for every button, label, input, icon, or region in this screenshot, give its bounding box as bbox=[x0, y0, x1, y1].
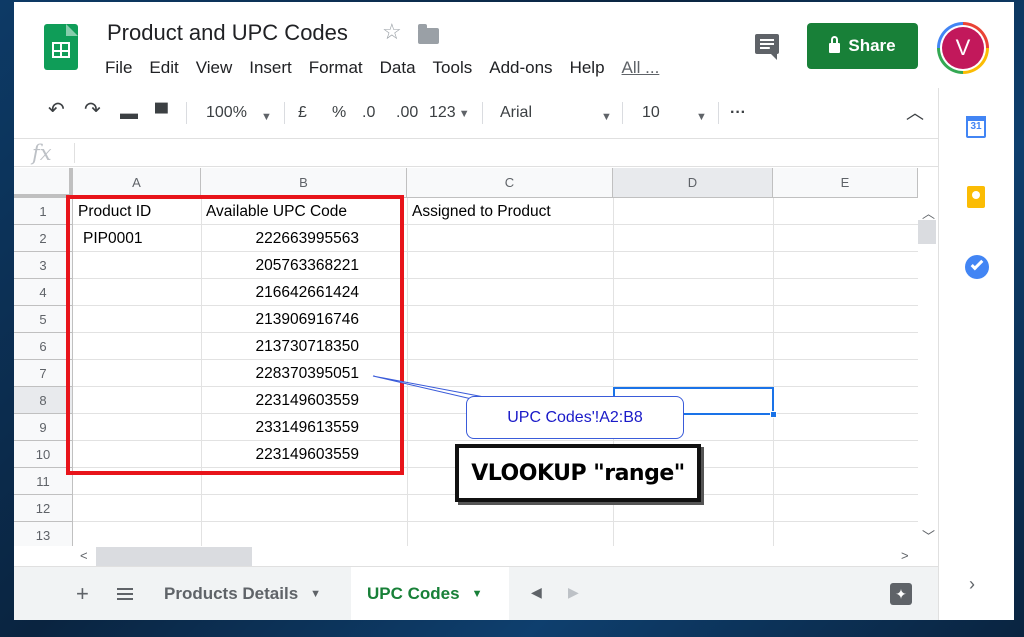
scroll-right-icon[interactable]: > bbox=[901, 548, 909, 563]
sheets-logo-icon[interactable] bbox=[44, 24, 78, 70]
toolbar: ↶ ↷ ▬ ▀ 100% ▼ £ % .0 .00 123 ▼ Arial ▼ … bbox=[14, 90, 938, 138]
menu-insert[interactable]: Insert bbox=[249, 58, 292, 80]
row-header-11[interactable]: 11 bbox=[14, 468, 73, 495]
cell-c1[interactable]: Assigned to Product bbox=[407, 199, 613, 225]
tasks-icon[interactable] bbox=[965, 255, 989, 279]
row-header-1[interactable]: 1 bbox=[14, 198, 73, 225]
row-header-3[interactable]: 3 bbox=[14, 252, 73, 279]
account-avatar[interactable]: V bbox=[937, 22, 989, 74]
horizontal-scroll-thumb[interactable] bbox=[96, 547, 252, 566]
print-icon[interactable]: ▬ bbox=[120, 102, 138, 124]
zoom-select[interactable]: 100% bbox=[206, 102, 247, 124]
share-button[interactable]: Share bbox=[807, 23, 918, 69]
paint-format-icon[interactable]: ▀ bbox=[155, 102, 168, 124]
fx-icon: fx bbox=[32, 141, 52, 165]
scroll-down-icon[interactable]: ﹀ bbox=[922, 526, 935, 545]
column-header-d[interactable]: D bbox=[613, 168, 773, 198]
decrease-decimal-button[interactable]: .0 bbox=[362, 102, 375, 124]
percent-format-button[interactable]: % bbox=[332, 102, 346, 124]
font-select[interactable]: Arial bbox=[500, 102, 532, 124]
vlookup-range-label: VLOOKUP "range" bbox=[455, 444, 701, 502]
formula-bar: fx bbox=[14, 139, 938, 167]
document-title[interactable]: Product and UPC Codes bbox=[107, 20, 348, 46]
comment-history-icon[interactable] bbox=[755, 34, 779, 60]
share-label: Share bbox=[848, 36, 896, 55]
row-header-8[interactable]: 8 bbox=[14, 387, 73, 414]
menu-all[interactable]: All ... bbox=[622, 58, 660, 80]
currency-format-button[interactable]: £ bbox=[298, 102, 307, 124]
column-header-e[interactable]: E bbox=[773, 168, 918, 198]
avatar-initial: V bbox=[942, 27, 984, 69]
column-header-b[interactable]: B bbox=[201, 168, 407, 198]
fill-handle[interactable] bbox=[770, 411, 777, 418]
app-header: Product and UPC Codes ☆ File Edit View I… bbox=[14, 2, 1014, 88]
lock-icon bbox=[829, 36, 841, 53]
column-header-a[interactable]: A bbox=[73, 168, 201, 198]
menu-view[interactable]: View bbox=[196, 58, 233, 80]
tab-upc-codes[interactable]: UPC Codes ▼ bbox=[351, 567, 509, 620]
add-sheet-icon[interactable]: + bbox=[76, 581, 89, 607]
more-formats-button[interactable]: 123 ▼ bbox=[429, 102, 470, 125]
row-header-2[interactable]: 2 bbox=[14, 225, 73, 252]
calendar-icon[interactable]: 31 bbox=[966, 116, 986, 138]
all-sheets-icon[interactable] bbox=[117, 588, 133, 600]
row-header-5[interactable]: 5 bbox=[14, 306, 73, 333]
keep-icon[interactable] bbox=[967, 186, 985, 208]
font-size-dropdown-icon[interactable]: ▼ bbox=[696, 106, 707, 128]
row-header-10[interactable]: 10 bbox=[14, 441, 73, 468]
menu-help[interactable]: Help bbox=[570, 58, 605, 80]
range-highlight-box bbox=[66, 195, 404, 475]
row-header-4[interactable]: 4 bbox=[14, 279, 73, 306]
explore-icon[interactable]: ✦ bbox=[890, 583, 912, 605]
sheet-tabs-bar: + Products Details ▼ UPC Codes ▼ ◀ ▶ ✦ bbox=[14, 566, 938, 620]
menu-add-ons[interactable]: Add-ons bbox=[489, 58, 552, 80]
vertical-scroll-thumb[interactable] bbox=[918, 220, 936, 244]
row-header-12[interactable]: 12 bbox=[14, 495, 73, 522]
folder-icon[interactable] bbox=[418, 24, 439, 44]
tab-scroll-right-icon[interactable]: ▶ bbox=[568, 584, 579, 601]
increase-decimal-button[interactable]: .00 bbox=[396, 102, 418, 124]
range-callout: UPC Codes'!A2:B8 bbox=[466, 396, 684, 439]
side-panel: 31 › bbox=[938, 88, 1014, 620]
menu-tools[interactable]: Tools bbox=[433, 58, 473, 80]
select-all-corner[interactable] bbox=[14, 168, 73, 198]
menu-bar: File Edit View Insert Format Data Tools … bbox=[105, 58, 676, 80]
font-dropdown-icon[interactable]: ▼ bbox=[601, 106, 612, 128]
expand-panel-icon[interactable]: › bbox=[969, 574, 975, 595]
menu-edit[interactable]: Edit bbox=[149, 58, 178, 80]
more-options-icon[interactable]: ··· bbox=[730, 102, 746, 124]
undo-icon[interactable]: ↶ bbox=[48, 99, 65, 121]
redo-icon[interactable]: ↷ bbox=[84, 99, 101, 121]
row-header-6[interactable]: 6 bbox=[14, 333, 73, 360]
scroll-left-icon[interactable]: < bbox=[80, 548, 88, 563]
row-header-9[interactable]: 9 bbox=[14, 414, 73, 441]
collapse-toolbar-icon[interactable]: ︿ bbox=[906, 102, 924, 124]
vertical-scrollbar[interactable] bbox=[918, 198, 938, 546]
menu-data[interactable]: Data bbox=[380, 58, 416, 80]
tab-scroll-left-icon[interactable]: ◀ bbox=[531, 584, 542, 601]
zoom-dropdown-icon[interactable]: ▼ bbox=[261, 106, 272, 128]
star-icon[interactable]: ☆ bbox=[382, 21, 402, 43]
font-size-select[interactable]: 10 bbox=[642, 102, 660, 124]
row-header-7[interactable]: 7 bbox=[14, 360, 73, 387]
row-header-13[interactable]: 13 bbox=[14, 522, 73, 546]
menu-format[interactable]: Format bbox=[309, 58, 363, 80]
tab-products-details[interactable]: Products Details ▼ bbox=[148, 567, 343, 620]
menu-file[interactable]: File bbox=[105, 58, 132, 80]
column-header-c[interactable]: C bbox=[407, 168, 613, 198]
